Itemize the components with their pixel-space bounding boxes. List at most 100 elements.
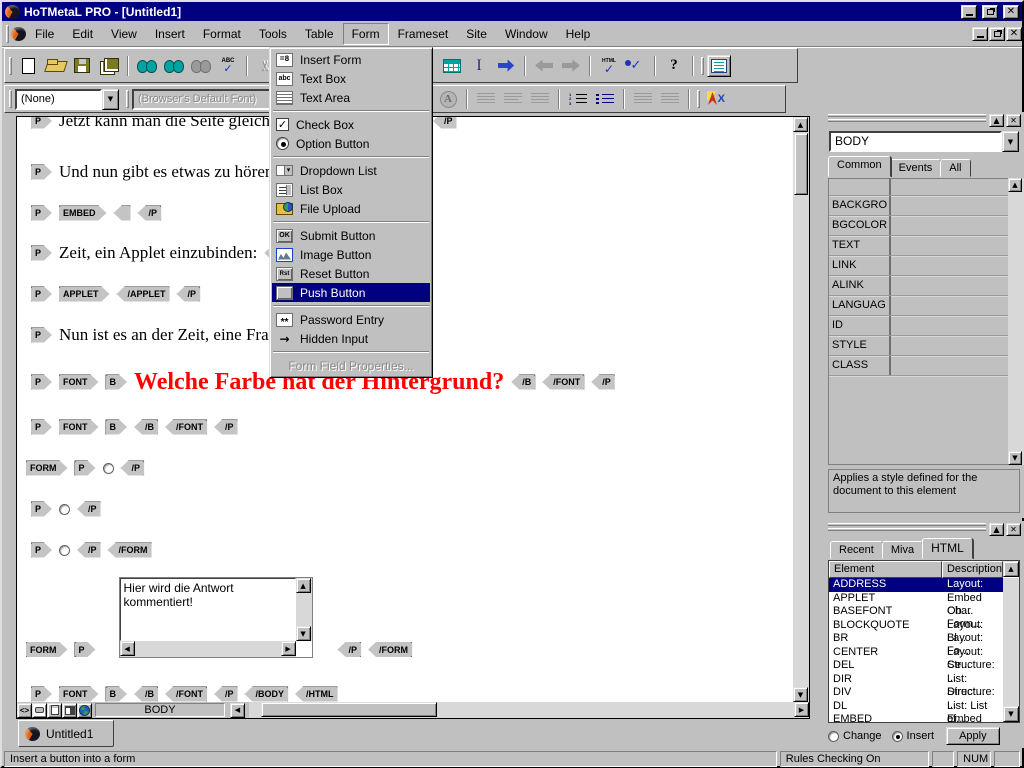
menu-item-dropdown-list[interactable]: Dropdown List (272, 161, 430, 180)
element-row-center[interactable]: CENTERLayout: Ce... (829, 646, 1003, 660)
mdi-close-button[interactable]: ✕ (1006, 27, 1022, 41)
validate-document-button[interactable]: ✓ (623, 54, 649, 78)
element-row-dir[interactable]: DIRList: Direct... (829, 673, 1003, 687)
attribute-row[interactable]: ALINK (829, 276, 1008, 296)
element-selector-combo[interactable]: BODY ▼ (829, 131, 1019, 152)
browser-preview-button[interactable] (77, 703, 92, 718)
font-color-button[interactable]: A (435, 87, 461, 111)
tag-b-end[interactable]: /B (134, 420, 158, 435)
toolbar-grip[interactable] (697, 90, 700, 108)
attribute-row[interactable]: BACKGRO (829, 196, 1008, 216)
element-row-basefont[interactable]: BASEFONTChar. Form... (829, 605, 1003, 619)
insert-text-button[interactable]: I (466, 54, 492, 78)
bullet-list-button[interactable] (592, 87, 618, 111)
save-all-button[interactable] (96, 54, 122, 78)
tag-font-end[interactable]: /FONT (165, 420, 207, 435)
navigate-back-button[interactable] (531, 54, 557, 78)
tag-font-start[interactable]: FONT (59, 687, 99, 702)
minimize-button[interactable] (961, 5, 977, 19)
attribute-value[interactable] (891, 256, 1008, 275)
apply-button[interactable]: Apply (946, 727, 1000, 745)
increase-indent-button[interactable] (657, 87, 683, 111)
menu-item-text-box[interactable]: Text Box (272, 69, 430, 88)
menu-view[interactable]: View (102, 23, 146, 45)
scroll-up-icon[interactable]: ▲ (296, 578, 311, 593)
menu-item-image-button[interactable]: Image Button (272, 245, 430, 264)
tag-p-end[interactable]: /P (433, 117, 457, 129)
panel-grip[interactable] (828, 528, 986, 531)
insert-radio[interactable] (892, 731, 903, 742)
element-list-scrollbar[interactable]: ▼ (1003, 578, 1019, 722)
attribute-row[interactable] (829, 179, 1008, 196)
chevron-down-icon[interactable]: ▼ (1002, 131, 1019, 152)
tag-font-start[interactable]: FONT (59, 420, 99, 435)
toolbar-grip[interactable] (6, 25, 9, 43)
align-left-button[interactable] (473, 87, 499, 111)
element-row-del[interactable]: DELStructure: ... (829, 659, 1003, 673)
tag-form-start[interactable]: FORM (26, 642, 68, 657)
tag-p-start[interactable]: P (31, 206, 52, 221)
attribute-value[interactable] (891, 316, 1008, 335)
scroll-down-icon[interactable]: ▼ (793, 687, 808, 702)
tag-p-start[interactable]: P (31, 165, 52, 180)
attribute-value[interactable] (891, 236, 1008, 255)
tab-html[interactable]: HTML (922, 538, 973, 559)
tag-font-end[interactable]: /FONT (165, 687, 207, 702)
validate-html-button[interactable]: HTML✓ (596, 54, 622, 78)
tag-p-start[interactable]: P (31, 502, 52, 517)
menu-item-push-button[interactable]: Push Button (272, 283, 430, 302)
scroll-down-icon[interactable]: ▼ (1008, 451, 1022, 465)
menu-tools[interactable]: Tools (250, 23, 296, 45)
document-vertical-scrollbar[interactable]: ▲ ▼ (793, 117, 809, 702)
page-view-button[interactable] (47, 703, 62, 718)
menu-form[interactable]: Form (343, 23, 389, 45)
tag-form-end[interactable]: /FORM (108, 543, 152, 558)
panel-grip[interactable] (828, 114, 986, 117)
publish-button[interactable] (493, 54, 519, 78)
menu-item-option-button[interactable]: Option Button (272, 134, 430, 153)
tag-b-end[interactable]: /B (511, 375, 535, 390)
radio-input-preview[interactable] (59, 545, 70, 556)
tag-p-end[interactable]: /P (177, 287, 201, 302)
chevron-down-icon[interactable]: ▼ (102, 89, 119, 110)
tag-p-end[interactable]: /P (121, 461, 145, 476)
mdi-restore-button[interactable] (989, 27, 1005, 41)
column-description[interactable]: Description (942, 561, 1003, 578)
scroll-left-icon[interactable]: ◀ (230, 703, 245, 718)
tag-p-start[interactable]: P (31, 287, 52, 302)
menu-site[interactable]: Site (457, 23, 496, 45)
element-row-address[interactable]: ADDRESSLayout: Ad... (829, 578, 1003, 592)
align-right-button[interactable] (527, 87, 553, 111)
menu-item-check-box[interactable]: Check Box (272, 115, 430, 134)
tag-body-end[interactable]: /BODY (245, 687, 289, 702)
attribute-value[interactable] (891, 336, 1008, 355)
toolbar-grip[interactable] (701, 57, 704, 75)
tag-p-start[interactable]: P (75, 642, 96, 657)
menu-item-text-area[interactable]: Text Area (272, 88, 430, 107)
scroll-right-icon[interactable]: ▶ (281, 641, 296, 656)
textarea-horizontal-scrollbar[interactable]: ◀ ▶ (120, 641, 296, 657)
panel-close-icon[interactable]: ✕ (1006, 523, 1021, 536)
show-tags-button[interactable]: <> (17, 703, 32, 718)
tag-font-end[interactable]: /FONT (542, 375, 584, 390)
column-element[interactable]: Element (829, 561, 942, 578)
panel-grip[interactable] (828, 523, 986, 526)
scroll-down-icon[interactable]: ▼ (296, 626, 311, 641)
scroll-up-icon[interactable]: ▲ (1003, 561, 1019, 577)
tag-html-end[interactable]: /HTML (295, 687, 338, 702)
scroll-up-icon[interactable]: ▲ (793, 117, 808, 132)
attribute-scrollbar[interactable]: ▲ ▼ (1008, 178, 1024, 465)
tab-recent[interactable]: Recent (830, 541, 883, 559)
tag-p-start[interactable]: P (31, 375, 52, 390)
menu-item-password-entry[interactable]: Password Entry (272, 310, 430, 329)
tag-applet-end[interactable]: /APPLET (117, 287, 170, 302)
menu-window[interactable]: Window (496, 23, 557, 45)
tag-p-end[interactable]: /P (214, 687, 238, 702)
tag-p-end[interactable]: /P (77, 502, 101, 517)
tag-p-start[interactable]: P (31, 246, 52, 261)
tag-applet-start[interactable]: APPLET (59, 287, 110, 302)
menu-item-list-box[interactable]: List Box (272, 180, 430, 199)
menu-insert[interactable]: Insert (146, 23, 194, 45)
save-button[interactable] (69, 54, 95, 78)
element-row-blockquote[interactable]: BLOCKQUOTELayout: Bl... (829, 619, 1003, 633)
